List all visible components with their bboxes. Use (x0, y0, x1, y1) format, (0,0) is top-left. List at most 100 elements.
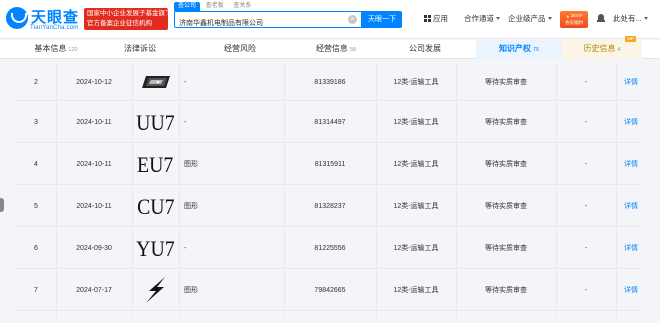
tab-label: 基本信息 (34, 44, 67, 53)
international-class: 12类-运输工具 (393, 79, 439, 86)
lightning-bolt-icon (145, 277, 165, 303)
tab-count: 120 (68, 47, 78, 53)
application-date: 2024-10-11 (76, 203, 112, 210)
trademark-name: - (184, 79, 187, 86)
row-index: 4 (34, 161, 38, 168)
table-row: 4 2024-10-11 EU7 图形 81315911 12类-运输工具 等待… (16, 144, 642, 185)
logo-name: 天眼查 (31, 9, 80, 26)
vip-promo-badge[interactable]: 🔥38VIP 会员福利 (560, 11, 588, 28)
side-drag-handle[interactable] (0, 198, 4, 212)
trademark-wordmark: EU7 (137, 152, 174, 177)
top-header: 天眼查 TianYanCha.com 国家中小企业发展子基金旗下 官方备案企业征… (0, 0, 660, 39)
chevron-down-icon (643, 17, 648, 20)
banner-line-2: 官方备案企业征信机构 (87, 20, 152, 27)
chevron-down-icon (496, 17, 500, 20)
nav-apps[interactable]: 应用 (424, 13, 448, 24)
tab-development[interactable]: 公司发展 (376, 40, 476, 59)
trademark-status: 等待实质审查 (485, 79, 527, 86)
international-class: 12类-运输工具 (393, 245, 439, 252)
chevron-down-icon (547, 17, 552, 20)
search-tab-boss[interactable]: 查老板 (202, 2, 228, 11)
trademark-image[interactable]: EU7 (132, 144, 179, 185)
row-index: 7 (34, 287, 38, 294)
nav-apps-label: 应用 (433, 14, 448, 23)
detail-link[interactable]: 详情 (620, 144, 642, 185)
application-date: 2024-10-11 (76, 161, 112, 168)
announcement: - (584, 203, 588, 210)
tab-operational-risk[interactable]: 经营风险 (186, 40, 296, 59)
search-button[interactable]: 天眼一下 (362, 11, 402, 28)
trademark-wordmark: YU7 (136, 236, 175, 261)
vip-tag: VIP (625, 36, 636, 42)
registration-number: 81339186 (314, 79, 346, 86)
row-index: 2 (34, 79, 38, 86)
announcement: - (584, 161, 588, 168)
search-tab-relation[interactable]: 查关系 (229, 2, 255, 11)
trademark-image[interactable]: CU7 (132, 186, 179, 227)
nav-enterprise[interactable]: 企业级产品 (508, 13, 552, 24)
table-row: 2 2024-10-12 - 81339186 12类-运输工具 等待实质审查 … (16, 64, 642, 101)
registration-number: 81314497 (314, 119, 346, 126)
clear-icon[interactable]: × (348, 15, 357, 24)
vip-badge-line-2: 会员福利 (565, 20, 583, 25)
registration-number: 81328237 (314, 203, 346, 210)
trademark-status: 等待实质审查 (485, 203, 527, 210)
trademark-image[interactable] (132, 64, 179, 101)
detail-link[interactable]: 详情 (620, 228, 642, 269)
bell-icon[interactable] (597, 14, 605, 23)
module-tabs: 基本信息 120 法律诉讼 经营风险 经营信息 58 公司发展 知识产权 75 历史信… (0, 36, 660, 59)
registration-number: 81225556 (314, 245, 346, 252)
application-date: 2024-09-30 (76, 245, 112, 252)
trademark-image[interactable]: UU7 (132, 102, 179, 143)
trademark-wordmark: UU7 (136, 110, 175, 135)
promo-banner[interactable]: 国家中小企业发展子基金旗下 官方备案企业征信机构 (84, 8, 168, 30)
tab-label: 公司发展 (409, 44, 441, 53)
search-box: × (174, 11, 362, 31)
tab-count: 4 (617, 47, 621, 53)
search-type-tabs: 查公司 查老板 查关系 (174, 2, 255, 11)
trademark-logo-icon (141, 76, 170, 88)
nav-enterprise-label: 企业级产品 (508, 14, 546, 23)
application-date: 2024-10-12 (76, 79, 112, 86)
nav-cooperation-label: 合作通道 (464, 14, 494, 23)
trademark-image[interactable] (132, 270, 179, 311)
table-row-partial (16, 312, 642, 318)
trademark-wordmark: CU7 (136, 194, 175, 219)
row-index: 3 (34, 119, 38, 126)
detail-link[interactable]: 详情 (620, 186, 642, 227)
announcement: - (584, 245, 588, 252)
user-menu[interactable]: 此处有... (613, 13, 648, 24)
nav-cooperation[interactable]: 合作通道 (464, 13, 500, 24)
tab-history-info[interactable]: 历史信息 4 VIP (562, 36, 642, 59)
application-date: 2024-10-11 (76, 119, 112, 126)
banner-line-1: 国家中小企业发展子基金旗下 (87, 10, 168, 17)
tab-label: 法律诉讼 (124, 44, 156, 53)
detail-link[interactable]: 详情 (620, 270, 642, 311)
tab-business-info[interactable]: 经营信息 58 (296, 40, 376, 59)
tab-label: 经营风险 (224, 44, 256, 53)
trademark-name: - (184, 119, 187, 126)
tab-basic-info[interactable]: 基本信息 120 (16, 40, 96, 59)
detail-link[interactable]: 详情 (620, 64, 642, 101)
trademark-status: 等待实质审查 (485, 287, 527, 294)
application-date: 2024-07-17 (76, 287, 112, 294)
vip-badge-line-1: 🔥38VIP (565, 13, 583, 18)
search-input[interactable] (175, 15, 347, 31)
tab-legal[interactable]: 法律诉讼 (96, 40, 186, 59)
search-tab-company[interactable]: 查公司 (174, 2, 201, 11)
trademark-name: 图形 (184, 203, 198, 210)
logo-domain: TianYanCha.com (30, 25, 79, 31)
table-row: 5 2024-10-11 CU7 图形 81328237 12类-运输工具 等待… (16, 186, 642, 227)
tab-count: 58 (349, 47, 357, 53)
trademark-image[interactable]: YU7 (132, 228, 179, 269)
logo-eye-icon (6, 7, 28, 29)
tab-label: 历史信息 (583, 44, 616, 53)
tianyancha-logo[interactable]: 天眼查 TianYanCha.com (6, 6, 86, 34)
trademark-name: 图形 (184, 161, 198, 168)
international-class: 12类-运输工具 (393, 203, 439, 210)
detail-link[interactable]: 详情 (620, 102, 642, 143)
trademark-status: 等待实质审查 (485, 161, 527, 168)
grid-icon (424, 15, 431, 22)
tab-intellectual-property[interactable]: 知识产权 75 (476, 40, 562, 59)
international-class: 12类-运输工具 (393, 119, 439, 126)
